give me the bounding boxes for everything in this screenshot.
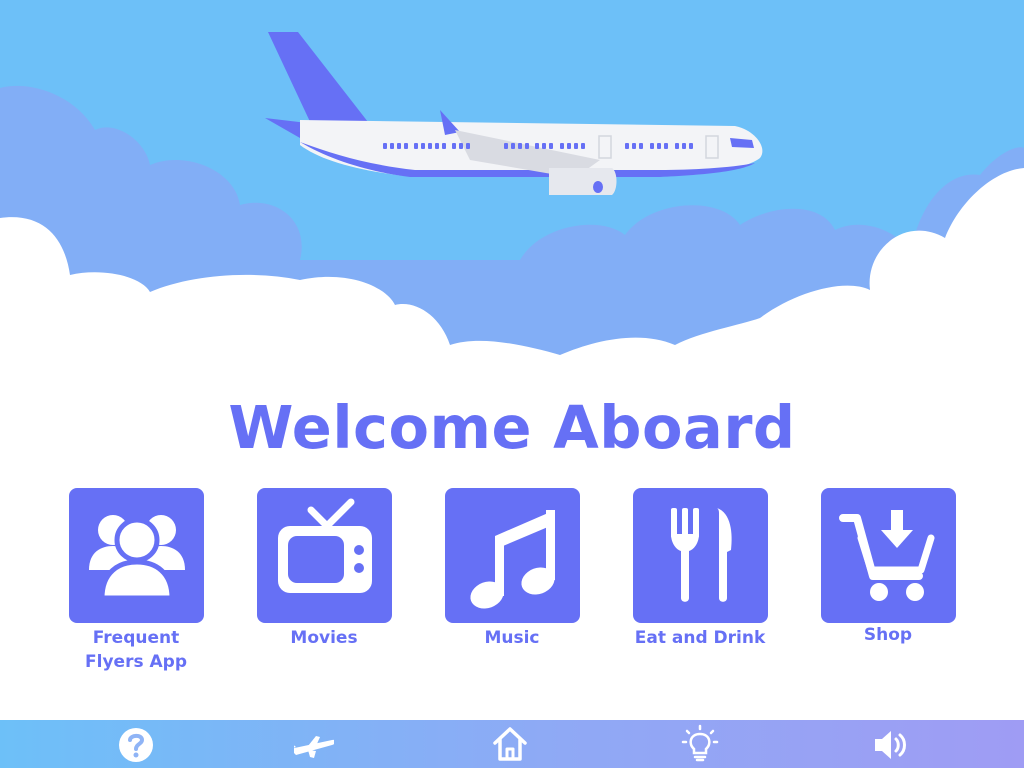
music-note-icon [470,510,555,609]
app-screen: Welcome Aboard Frequent Flyers App Movie… [0,0,1024,768]
light-button[interactable] [680,724,720,764]
shop-tile[interactable] [821,488,956,623]
light-bulb-icon [681,724,719,762]
speaker-icon [875,731,906,759]
frequent-flyers-label[interactable]: Frequent Flyers App [46,626,226,674]
home-icon [493,727,527,761]
tv-icon [278,498,372,593]
welcome-title: Welcome Aboard [228,393,796,462]
volume-button[interactable] [870,724,910,764]
bottom-nav-bar [0,720,1024,768]
users-icon [89,515,185,601]
airplane-icon [294,736,334,758]
eat-and-drink-label[interactable]: Eat and Drink [610,626,790,650]
music-label[interactable]: Music [422,626,602,650]
hero-illustration [0,0,1024,380]
eat-and-drink-tile[interactable] [633,488,768,623]
home-button[interactable] [490,724,530,764]
fork-knife-icon [671,508,732,602]
movies-tile[interactable] [257,488,392,623]
frequent-flyers-tile[interactable] [69,488,204,623]
help-icon [119,728,153,762]
music-tile[interactable] [445,488,580,623]
hero-banner [0,0,1024,380]
shop-label[interactable]: Shop [798,623,978,647]
flight-button[interactable] [294,724,334,764]
help-button[interactable] [116,724,156,764]
movies-label[interactable]: Movies [234,626,414,650]
shopping-cart-icon [839,510,935,601]
